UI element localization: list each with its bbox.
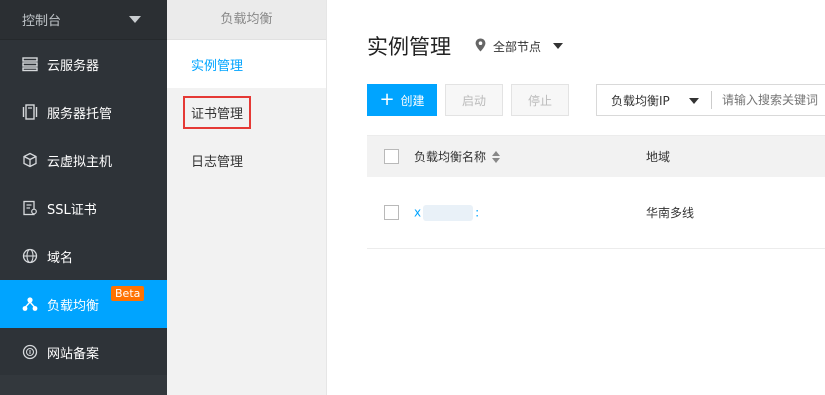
sidebar-item-domain[interactable]: 域名 [0,232,167,280]
search-box: 负载均衡IP [596,84,825,116]
chevron-down-icon [553,43,564,49]
region-label: 全部节点 [493,39,542,54]
main-content: 实例管理 全部节点 + 创建 启动 停止 负载均衡IP 请输入搜索关键词 负载均… [327,0,825,395]
console-label: 控制台 [22,14,62,29]
instance-name-prefix: x [414,205,422,219]
caret-down-icon [689,98,699,104]
redacted-block [423,204,474,221]
sidebar-item-label: SSL证书 [47,202,97,218]
sidebar-item-virtual-host[interactable]: 云虚拟主机 [0,136,167,184]
cube-icon [22,152,38,168]
select-all-checkbox[interactable] [384,149,399,164]
submenu-item-label: 证书管理 [183,95,252,129]
caret-down-icon [129,16,141,23]
sidebar-item-label: 负载均衡 [47,298,100,314]
globe-icon [22,248,38,264]
sidebar-item-icp-record[interactable]: 网站备案 [0,328,167,376]
sidebar-item-label: 服务器托管 [47,106,113,122]
location-pin-icon [475,38,486,55]
beta-badge: Beta [111,286,145,301]
row-checkbox[interactable] [384,205,399,220]
instance-table: 负载均衡名称 地域 x: 华南多线 [367,135,825,249]
submenu-item-label: 日志管理 [191,154,244,170]
server-icon [22,56,38,72]
table-header: 负载均衡名称 地域 [367,135,825,177]
region-selector[interactable]: 全部节点 [475,38,564,55]
submenu-item-certificates[interactable]: 证书管理 [167,88,326,136]
sidebar-more-item [0,375,167,395]
load-balancer-icon [22,296,38,312]
instance-name-link[interactable]: x: [414,204,646,221]
instance-name-suffix: : [475,205,480,219]
column-header-label: 负载均衡名称 [414,150,487,164]
sidebar-item-label: 云虚拟主机 [47,154,113,170]
main-sidebar: 控制台 云服务器 服务器托管 云虚拟主机 SSL证书 域名 负载均衡 Beta … [0,0,167,395]
sidebar-item-load-balancer[interactable]: 负载均衡 Beta [0,280,167,328]
certificate-icon [22,200,38,216]
stop-button[interactable]: 停止 [511,84,569,116]
submenu-item-logs[interactable]: 日志管理 [167,136,326,184]
create-button[interactable]: + 创建 [367,84,437,116]
sidebar-item-ssl[interactable]: SSL证书 [0,184,167,232]
sidebar-item-label: 云服务器 [47,58,100,74]
sidebar-item-label: 域名 [47,250,74,266]
start-button-label: 启动 [461,93,486,108]
plus-icon: + [379,89,395,110]
console-dropdown[interactable]: 控制台 [0,0,167,40]
sidebar-item-server-hosting[interactable]: 服务器托管 [0,88,167,136]
sidebar-item-label: 网站备案 [47,346,100,362]
title-row: 实例管理 全部节点 [367,31,564,61]
search-field-select[interactable]: 负载均衡IP [597,85,711,115]
start-button[interactable]: 启动 [445,84,503,116]
search-field-label: 负载均衡IP [611,93,670,108]
create-button-label: 创建 [400,93,425,108]
toolbar: + 创建 启动 停止 [367,84,577,116]
table-row: x: 华南多线 [367,177,825,249]
page-title: 实例管理 [367,35,451,59]
hosting-icon [22,104,38,120]
submenu-item-instances[interactable]: 实例管理 [167,40,326,88]
instance-region: 华南多线 [646,206,695,220]
stop-button-label: 停止 [527,93,552,108]
column-header-name[interactable]: 负载均衡名称 [414,148,646,165]
submenu-title: 负载均衡 [167,0,326,40]
record-icon [22,344,38,360]
secondary-menu: 负载均衡 实例管理 证书管理 日志管理 [167,0,327,395]
column-header-region: 地域 [646,150,671,164]
sort-icon[interactable] [492,150,501,163]
submenu-item-label: 实例管理 [191,58,244,74]
search-input[interactable] [712,93,825,107]
sidebar-item-cloud-server[interactable]: 云服务器 [0,40,167,88]
